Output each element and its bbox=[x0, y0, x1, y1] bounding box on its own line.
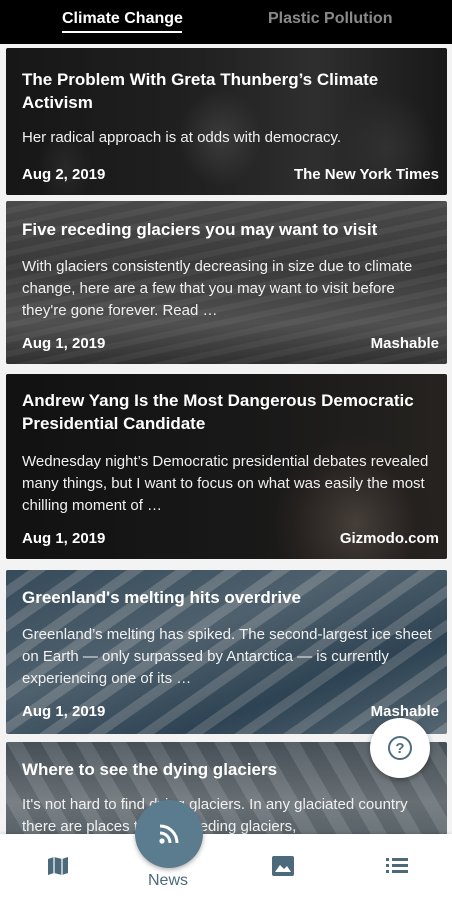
top-tab-bar: Climate Change Plastic Pollution bbox=[0, 0, 452, 44]
article-card[interactable]: Andrew Yang Is the Most Dangerous Democr… bbox=[6, 374, 447, 559]
article-title: The Problem With Greta Thunberg’s Climat… bbox=[22, 70, 379, 112]
article-card[interactable]: The Problem With Greta Thunberg’s Climat… bbox=[6, 48, 447, 195]
article-card[interactable]: Five receding glaciers you may want to v… bbox=[6, 201, 447, 364]
article-description: Her radical approach is at odds with dem… bbox=[22, 129, 342, 146]
article-date: Aug 1, 2019 bbox=[22, 335, 106, 352]
active-tab-indicator bbox=[62, 31, 182, 33]
news-label: News bbox=[148, 872, 189, 889]
help-button[interactable]: ? bbox=[370, 718, 430, 778]
image-icon[interactable] bbox=[272, 856, 294, 876]
article-source: Mashable bbox=[370, 335, 439, 352]
article-description: With glaciers consistently decreasing in… bbox=[22, 258, 413, 319]
article-title: Five receding glaciers you may want to v… bbox=[22, 220, 378, 239]
article-date: Aug 1, 2019 bbox=[22, 530, 106, 547]
question-icon: ? bbox=[388, 736, 412, 760]
article-title: Andrew Yang Is the Most Dangerous Democr… bbox=[22, 391, 414, 433]
list-icon[interactable] bbox=[386, 856, 408, 874]
article-source: Gizmodo.com bbox=[339, 530, 439, 547]
news-button[interactable] bbox=[135, 800, 203, 868]
tab-climate-change[interactable]: Climate Change bbox=[62, 10, 183, 28]
article-card[interactable]: Greenland's melting hits overdrive Green… bbox=[6, 570, 447, 734]
article-description: Wednesday night’s Democratic presidentia… bbox=[22, 453, 429, 514]
article-source: The New York Times bbox=[293, 166, 439, 183]
map-icon[interactable] bbox=[47, 856, 69, 876]
article-description: It's not hard to find dying glaciers. In… bbox=[22, 796, 408, 834]
rss-icon bbox=[159, 824, 179, 844]
tab-plastic-pollution[interactable]: Plastic Pollution bbox=[268, 10, 392, 28]
article-title: Greenland's melting hits overdrive bbox=[22, 588, 301, 607]
article-date: Aug 1, 2019 bbox=[22, 703, 106, 720]
bottom-navigation: News bbox=[0, 834, 452, 900]
article-date: Aug 2, 2019 bbox=[22, 166, 106, 183]
news-feed[interactable]: The Problem With Greta Thunberg’s Climat… bbox=[0, 44, 452, 834]
article-description: Greenland’s melting has spiked. The seco… bbox=[22, 626, 432, 687]
